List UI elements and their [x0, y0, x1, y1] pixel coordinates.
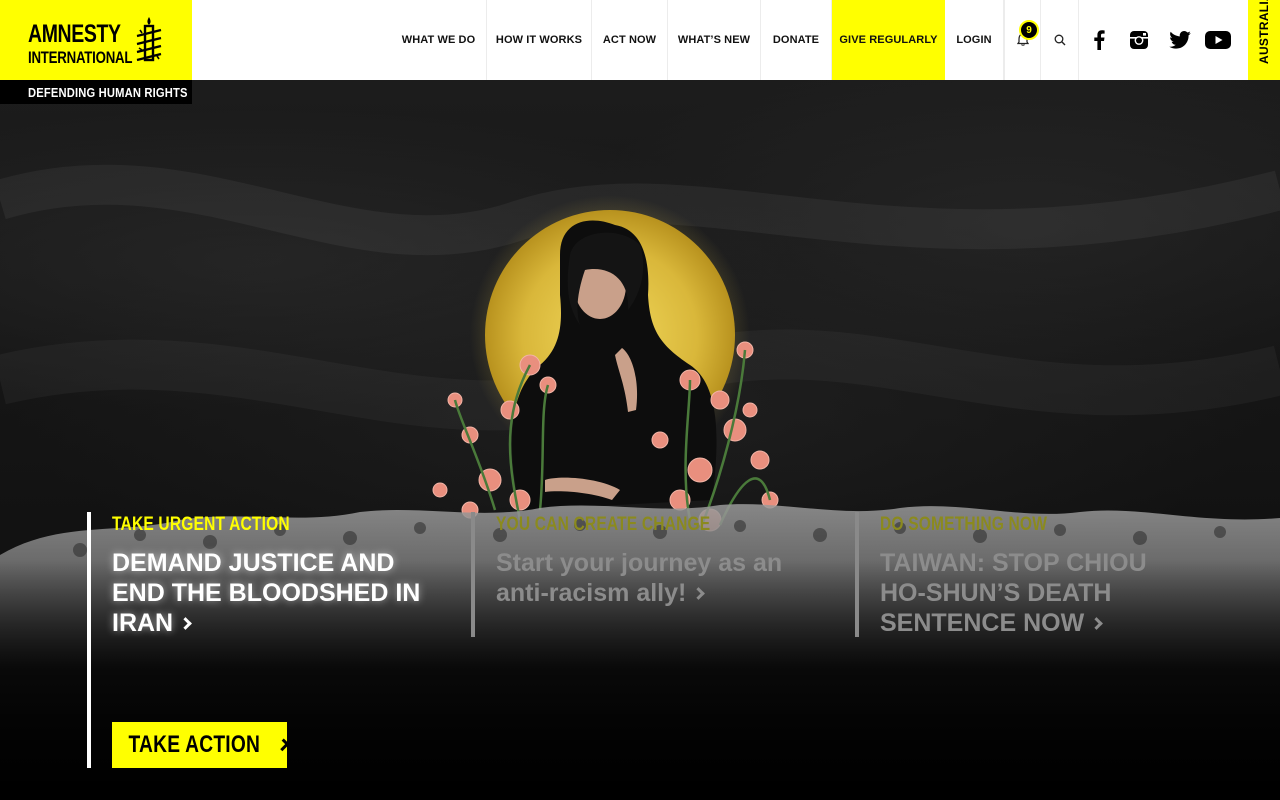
nav-login[interactable]: LOGIN: [945, 0, 1004, 80]
chevron-right-icon: [692, 587, 706, 600]
feature-taiwan[interactable]: DO SOMETHING NOW TAIWAN: STOP CHIOU HO-S…: [855, 512, 1195, 717]
take-action-button[interactable]: TAKE ACTION: [112, 722, 290, 768]
youtube-icon: [1205, 31, 1231, 49]
feature-kicker: YOU CAN CREATE CHANGE: [496, 514, 711, 535]
nav-act-now[interactable]: ACT NOW: [592, 0, 668, 80]
logo-line-1: AMNESTY: [28, 20, 121, 48]
main-nav: WHAT WE DO HOW IT WORKS ACT NOW WHAT’S N…: [391, 0, 1004, 80]
feature-headline-link[interactable]: TAIWAN: STOP CHIOU HO-SHUN’S DEATH SENTE…: [880, 548, 1195, 638]
feature-kicker: TAKE URGENT ACTION: [112, 514, 290, 535]
twitter-link[interactable]: [1160, 0, 1200, 80]
feature-headline-link[interactable]: DEMAND JUSTICE AND END THE BLOODSHED IN …: [112, 548, 422, 638]
search-button[interactable]: [1041, 0, 1079, 80]
take-action-label: TAKE ACTION: [128, 731, 261, 758]
chevron-right-icon: [1090, 617, 1104, 630]
feature-accent-bar: [471, 512, 475, 637]
country-selector[interactable]: AUSTRALIA: [1248, 0, 1280, 80]
chevron-right-icon: [179, 617, 192, 630]
feature-anti-racism[interactable]: YOU CAN CREATE CHANGE Start your journey…: [471, 512, 811, 717]
feature-headline-link[interactable]: Start your journey as an anti-racism all…: [496, 548, 796, 608]
facebook-link[interactable]: [1080, 0, 1118, 80]
nav-how-it-works[interactable]: HOW IT WORKS: [487, 0, 592, 80]
nav-what-we-do[interactable]: WHAT WE DO: [391, 0, 487, 80]
feature-headline-text: TAIWAN: STOP CHIOU HO-SHUN’S DEATH SENTE…: [880, 549, 1147, 637]
twitter-icon: [1169, 31, 1191, 49]
facebook-icon: [1094, 30, 1105, 50]
feature-headline-text: Start your journey as an anti-racism all…: [496, 549, 783, 607]
nav-whats-new[interactable]: WHAT’S NEW: [668, 0, 761, 80]
site-header: AMNESTY INTERNATIONAL WHAT WE DO HOW IT …: [0, 0, 1280, 80]
nav-donate[interactable]: DONATE: [761, 0, 832, 80]
feature-accent-bar: [87, 512, 91, 768]
notifications-button[interactable]: 9: [1004, 0, 1041, 80]
instagram-link[interactable]: [1120, 0, 1158, 80]
logo-wordmark: AMNESTY INTERNATIONAL: [28, 20, 133, 67]
tagline-text: DEFENDING HUMAN RIGHTS: [28, 85, 188, 100]
instagram-icon: [1130, 31, 1148, 49]
search-icon: [1054, 34, 1065, 46]
amnesty-logo[interactable]: AMNESTY INTERNATIONAL: [0, 0, 192, 80]
notification-count-badge: 9: [1019, 20, 1039, 40]
tagline-bar: DEFENDING HUMAN RIGHTS: [0, 80, 192, 104]
country-label: AUSTRALIA: [1257, 0, 1271, 64]
feature-headline-text: DEMAND JUSTICE AND END THE BLOODSHED IN …: [112, 549, 421, 637]
logo-line-2: INTERNATIONAL: [28, 48, 133, 67]
feature-kicker: DO SOMETHING NOW: [880, 514, 1048, 535]
candle-barbed-wire-icon: [136, 17, 162, 62]
youtube-link[interactable]: [1200, 0, 1236, 80]
nav-give-regularly[interactable]: GIVE REGULARLY: [832, 0, 945, 80]
feature-accent-bar: [855, 512, 859, 637]
